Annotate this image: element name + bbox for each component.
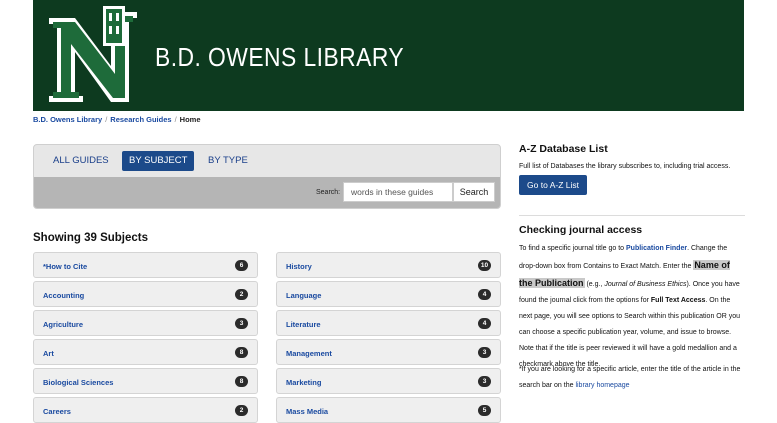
guide-search-input[interactable] [343, 182, 453, 202]
guide-search-bar: Search: Search [34, 177, 500, 208]
subject-item-literature[interactable]: Literature 4 [276, 310, 501, 336]
breadcrumb-research-guides-link[interactable]: Research Guides [110, 115, 171, 124]
subject-count-badge: 4 [478, 318, 491, 329]
journal-access-instructions: To find a specific journal title go to P… [519, 241, 741, 373]
library-title: B.D. OWENS LIBRARY [155, 42, 405, 72]
guide-browser-panel: ALL GUIDES BY SUBJECT BY TYPE Search: Se… [33, 144, 501, 209]
subject-count-badge: 2 [235, 405, 248, 416]
guide-tabs: ALL GUIDES BY SUBJECT BY TYPE [34, 145, 500, 177]
subject-label: Management [286, 349, 332, 358]
tab-all-guides[interactable]: ALL GUIDES [46, 151, 116, 171]
subject-label: Art [43, 349, 54, 358]
subject-item-history[interactable]: History 10 [276, 252, 501, 278]
full-text-access-text: Full Text Access [650, 297, 706, 304]
breadcrumb-current: Home [179, 115, 201, 124]
az-database-text: Full list of Databases the library subsc… [519, 163, 731, 170]
breadcrumb-library-link[interactable]: B.D. Owens Library [33, 115, 102, 124]
subject-item-accounting[interactable]: Accounting 2 [33, 281, 258, 307]
library-homepage-link[interactable]: library homepage [575, 382, 629, 389]
breadcrumb-separator: / [105, 115, 108, 124]
tab-by-type[interactable]: BY TYPE [201, 151, 255, 171]
subject-count-badge: 3 [478, 376, 491, 387]
az-database-heading: A-Z Database List [519, 143, 608, 155]
journal-access-heading: Checking journal access [519, 224, 643, 236]
publication-finder-link[interactable]: Publication Finder [626, 245, 687, 252]
subject-count-badge: 3 [478, 347, 491, 358]
subject-item-how-to-cite[interactable]: *How to Cite 6 [33, 252, 258, 278]
subjects-heading: Showing 39 Subjects [33, 232, 149, 244]
search-label: Search: [316, 189, 341, 196]
instructions-text: (e.g., [584, 281, 605, 288]
example-journal-title: Journal of Business Ethics [604, 281, 687, 288]
sidebar-divider [519, 215, 745, 216]
subject-label: History [286, 262, 312, 271]
subject-item-careers[interactable]: Careers 2 [33, 397, 258, 423]
subject-label: Literature [286, 320, 321, 329]
subject-label: Language [286, 291, 322, 300]
subject-label: Marketing [286, 378, 322, 387]
subject-item-language[interactable]: Language 4 [276, 281, 501, 307]
subject-item-agriculture[interactable]: Agriculture 3 [33, 310, 258, 336]
subject-count-badge: 8 [235, 347, 248, 358]
subject-count-badge: 10 [478, 260, 491, 271]
subject-label: Careers [43, 407, 71, 416]
subject-count-badge: 8 [235, 376, 248, 387]
subject-item-biological-sciences[interactable]: Biological Sciences 8 [33, 368, 258, 394]
northwest-n-logo-icon[interactable] [45, 4, 141, 108]
subject-label: Accounting [43, 291, 85, 300]
subject-item-management[interactable]: Management 3 [276, 339, 501, 365]
tab-by-subject[interactable]: BY SUBJECT [122, 151, 195, 171]
subject-label: *How to Cite [43, 262, 88, 271]
instructions-text: To find a specific journal title go to [519, 245, 627, 252]
subject-count-badge: 5 [478, 405, 491, 416]
breadcrumb-separator: / [174, 115, 177, 124]
subject-label: Biological Sciences [43, 378, 114, 387]
subject-label: Mass Media [286, 407, 329, 416]
instructions-text: . On the next page, you will see options… [519, 297, 741, 368]
subject-count-badge: 3 [235, 318, 248, 329]
subject-count-badge: 2 [235, 289, 248, 300]
go-to-az-list-button[interactable]: Go to A-Z List [519, 175, 587, 195]
article-search-tip: *If you are looking for a specific artic… [519, 362, 741, 394]
search-button[interactable]: Search [453, 182, 495, 202]
subject-item-art[interactable]: Art 8 [33, 339, 258, 365]
subject-count-badge: 4 [478, 289, 491, 300]
subject-item-mass-media[interactable]: Mass Media 5 [276, 397, 501, 423]
subject-item-marketing[interactable]: Marketing 3 [276, 368, 501, 394]
breadcrumb: B.D. Owens Library / Research Guides / Home [33, 115, 201, 124]
subject-label: Agriculture [43, 320, 84, 329]
subject-count-badge: 6 [235, 260, 248, 271]
header-banner: B.D. OWENS LIBRARY [33, 0, 744, 111]
